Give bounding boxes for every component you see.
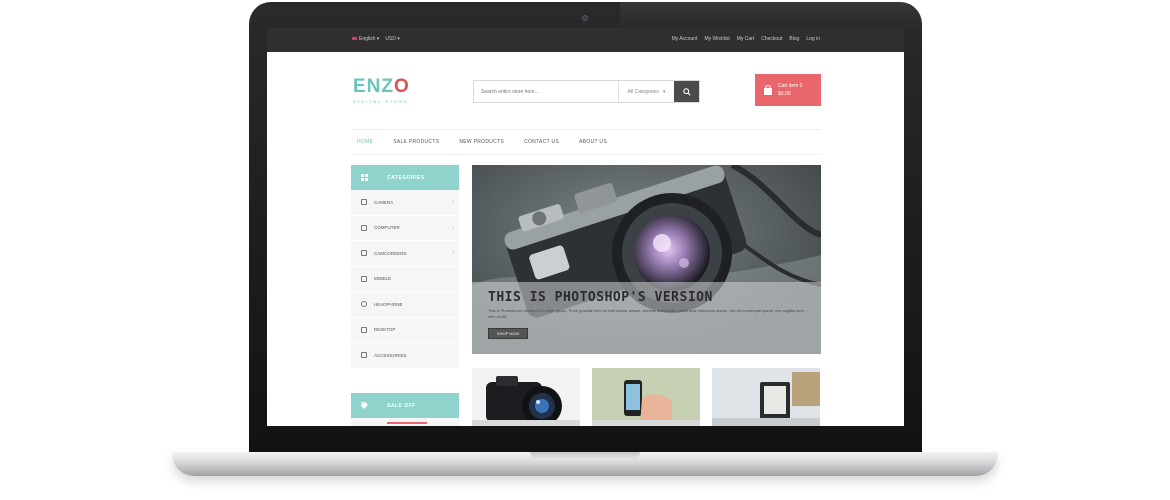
chevron-right-icon: › [452, 224, 454, 231]
nav-new-products[interactable]: NEW PRODUCTS [459, 139, 504, 145]
top-bar: English ▾ USD ▾ My Account My Wishlist M… [267, 28, 904, 52]
laptop-base-notch [530, 452, 640, 460]
chevron-right-icon: › [452, 250, 454, 257]
nav-sale-products[interactable]: SALE PRODUCTS [393, 139, 439, 145]
sale-accent-bar [387, 422, 427, 424]
main-nav: HOME SALE PRODUCTS NEW PRODUCTS CONTACT … [352, 129, 821, 155]
category-select[interactable]: All Categories ▾ [618, 81, 674, 102]
account-links: My Account My Wishlist My Cart Checkout … [672, 36, 820, 42]
search-bar: All Categories ▾ [473, 80, 700, 103]
slide-title: THIS IS PHOTOSHOP'S VERSION [488, 290, 713, 305]
shopping-bag-icon [764, 84, 772, 95]
sidebar-item-label: ACCESSORIES [374, 352, 407, 358]
smartphone-image [592, 368, 700, 426]
cart-button[interactable]: Cart item 0 $0.00 [755, 74, 821, 106]
slide-caption: THIS IS PHOTOSHOP'S VERSION This is Phot… [472, 282, 821, 354]
sidebar-item-label: CAMCORDERS [374, 250, 407, 256]
search-icon [682, 87, 691, 96]
categories-title: CATEGORIES [387, 174, 425, 181]
sale-off-title: SALE OFF [387, 402, 416, 409]
laptop-base [172, 452, 998, 476]
camera-icon [361, 199, 367, 206]
product-thumbnail-ereader[interactable] [712, 368, 820, 426]
cart-summary: Cart item 0 $0.00 [778, 82, 802, 98]
tag-icon [351, 402, 377, 409]
sidebar-item-headphone[interactable]: HEADPHONE [351, 292, 459, 318]
checkout-link[interactable]: Checkout [761, 36, 782, 42]
accessories-icon [361, 352, 367, 359]
category-select-value: All Categories [627, 88, 659, 95]
sidebar-item-camcorders[interactable]: CAMCORDERS › [351, 241, 459, 267]
product-thumbnail-camera[interactable] [472, 368, 580, 426]
sidebar-item-accessories[interactable]: ACCESSORIES [351, 343, 459, 369]
menu-icon [351, 174, 377, 181]
logo-text-accent: O [394, 76, 410, 97]
sidebar-item-computer[interactable]: COMPUTER › [351, 216, 459, 241]
mobile-icon [361, 275, 367, 282]
laptop-screen: English ▾ USD ▾ My Account My Wishlist M… [267, 28, 904, 426]
logo-text-main: ENZ [353, 76, 394, 97]
cart-total: $0.00 [778, 91, 791, 97]
sidebar-item-label: HEADPHONE [374, 301, 403, 307]
blog-link[interactable]: Blog [789, 36, 799, 42]
logo-wordmark: ENZO [353, 77, 410, 96]
sale-off-panel [351, 418, 459, 426]
login-link[interactable]: Log in [806, 36, 820, 42]
sale-off-header: SALE OFF [351, 393, 459, 418]
sidebar-item-label: CAMERA [374, 199, 394, 205]
sidebar-item-camera[interactable]: CAMERA › [351, 190, 459, 216]
top-bar-left: English ▾ USD ▾ [352, 36, 400, 42]
webcam [582, 15, 588, 21]
sidebar-item-desktop[interactable]: DESKTOP [351, 318, 459, 343]
sidebar-item-label: COMPUTER [374, 225, 400, 231]
headphone-icon [361, 301, 367, 308]
dslr-camera-image [472, 376, 580, 426]
my-cart-link[interactable]: My Cart [737, 36, 755, 42]
hero-slider[interactable]: THIS IS PHOTOSHOP'S VERSION This is Phot… [472, 165, 821, 354]
nav-about-us[interactable]: ABOUT US [579, 139, 607, 145]
sidebar-item-label: DESKTOP [374, 327, 396, 333]
logo-tagline: DIGITAL STORE [353, 99, 409, 104]
chevron-right-icon: › [452, 199, 454, 206]
sidebar-item-label: MOBILE [374, 276, 392, 282]
search-button[interactable] [674, 81, 699, 102]
chevron-down-icon: ▾ [662, 88, 666, 95]
my-wishlist-link[interactable]: My Wishlist [704, 36, 729, 42]
language-label: English [359, 36, 376, 42]
nav-contact-us[interactable]: CONTACT US [524, 139, 559, 145]
language-selector[interactable]: English ▾ [352, 36, 379, 42]
store-logo[interactable]: ENZO DIGITAL STORE [353, 77, 410, 104]
search-input[interactable] [474, 81, 618, 102]
product-thumbnail-mobile[interactable] [592, 368, 700, 426]
my-account-link[interactable]: My Account [672, 36, 698, 42]
currency-label: USD [385, 36, 396, 42]
slide-description: This is Photoshop's version Of Lorem Ips… [488, 308, 804, 319]
sidebar-item-mobile[interactable]: MOBILE [351, 267, 459, 292]
shop-now-button[interactable]: SHOP NOW [488, 328, 528, 339]
categories-header: CATEGORIES [351, 165, 459, 190]
monitor-icon [361, 224, 367, 231]
ereader-image [712, 368, 820, 426]
desktop-icon [361, 326, 367, 333]
currency-selector[interactable]: USD ▾ [385, 36, 399, 42]
categories-list: CAMERA › COMPUTER › CAMCORDERS › MOBILE … [351, 190, 459, 369]
cart-item-count: Cart item 0 [778, 83, 803, 89]
video-icon [361, 250, 367, 257]
nav-home[interactable]: HOME [357, 139, 373, 145]
flag-icon [352, 37, 357, 41]
